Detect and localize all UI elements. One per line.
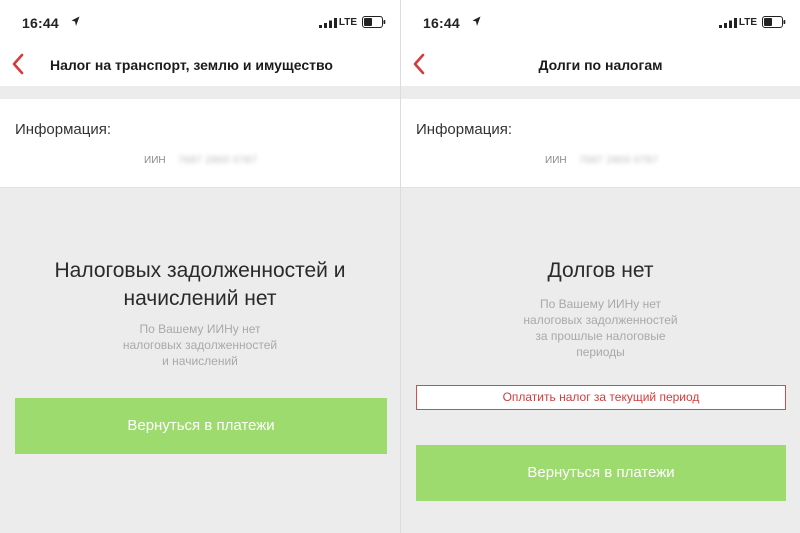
location-arrow-icon (71, 16, 80, 26)
headline-line: Налоговых задолженностей и (54, 259, 346, 282)
headline-line: начислений нет (123, 287, 277, 310)
status-bar: 16:44 LTE (401, 0, 800, 44)
screen-tax-debts: 16:44 LTE Долги по налогам Информация: И… (401, 0, 800, 533)
description-line: за прошлые налоговые (535, 329, 666, 343)
iin-value: 7687 2800 0787 (579, 155, 659, 166)
battery-icon (362, 16, 386, 28)
pay-current-period-tax-button[interactable]: Оплатить налог за текущий период (416, 385, 786, 410)
status-bar: 16:44 LTE (0, 0, 400, 44)
info-label: Информация: (416, 121, 513, 138)
page-title: Налог на транспорт, землю и имущество (50, 57, 333, 73)
screen-transport-land-property-tax: 16:44 LTE Налог на транспорт, землю и им… (0, 0, 400, 533)
signal-bars-icon (319, 18, 337, 28)
network-type-label: LTE (338, 17, 357, 28)
chevron-left-icon[interactable] (10, 52, 26, 76)
section-separator (401, 86, 800, 99)
navigation-bar: Долги по налогам (401, 44, 800, 86)
location-arrow-icon (472, 16, 481, 26)
status-time: 16:44 (22, 15, 59, 31)
description-line: периоды (576, 345, 625, 359)
info-section: Информация: ИИН 7687 2800 0787 (401, 99, 800, 188)
status-time: 16:44 (423, 15, 460, 31)
description-line: По Вашему ИИНу нет (540, 297, 661, 311)
description-line: налоговых задолженностей (122, 338, 278, 352)
screens-container: 16:44 LTE Налог на транспорт, землю и им… (0, 0, 800, 533)
iin-label: ИИН (144, 155, 166, 166)
description-line: налоговых задолженностей (523, 313, 678, 327)
iin-label: ИИН (545, 155, 567, 166)
network-type-label: LTE (738, 17, 757, 28)
status-description: По Вашему ИИНу нет налоговых задолженнос… (0, 321, 400, 369)
info-label: Информация: (15, 121, 112, 138)
signal-bars-icon (719, 18, 737, 28)
page-title: Долги по налогам (538, 57, 663, 73)
status-headline: Долгов нет (401, 257, 800, 285)
section-separator (0, 86, 400, 99)
battery-icon (762, 16, 786, 28)
return-to-payments-button[interactable]: Вернуться в платежи (416, 445, 786, 501)
chevron-left-icon[interactable] (411, 52, 427, 76)
status-headline: Налоговых задолженностей и начислений не… (0, 257, 400, 313)
info-section: Информация: ИИН 7687 2800 0787 (0, 99, 400, 188)
return-to-payments-button[interactable]: Вернуться в платежи (15, 398, 387, 454)
description-line: и начислений (162, 354, 238, 368)
navigation-bar: Налог на транспорт, землю и имущество (0, 44, 400, 86)
description-line: По Вашему ИИНу нет (139, 322, 261, 336)
iin-value: 7687 2800 0787 (178, 155, 258, 166)
status-description: По Вашему ИИНу нет налоговых задолженнос… (401, 296, 800, 360)
headline-line: Долгов нет (547, 259, 654, 282)
